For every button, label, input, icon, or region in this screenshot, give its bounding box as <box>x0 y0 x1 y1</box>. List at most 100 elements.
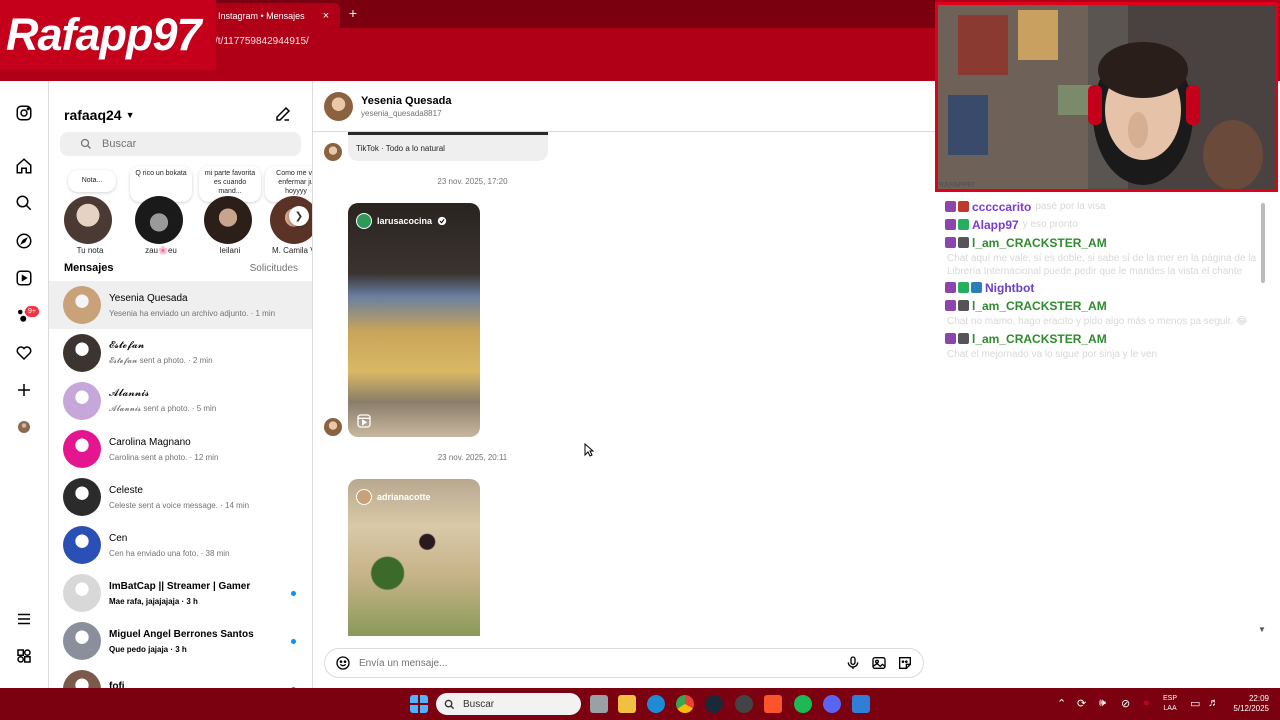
requests-link[interactable]: Solicitudes <box>250 263 298 274</box>
contact-username: yesenia_quesada8817 <box>361 109 442 118</box>
conversation-text: Yesenia Quesada Yesenia ha enviado un arc… <box>109 293 294 318</box>
profile-avatar[interactable] <box>12 415 36 439</box>
conversation-item[interactable]: ImBatCap || Streamer | Gamer Mae rafa, ja… <box>49 569 312 617</box>
address-bar[interactable]: /t/117759842944915/ <box>215 33 309 51</box>
chat-badges <box>945 219 969 231</box>
notes-strip: Nota... Tu nota Q rico un bokata zau🌸eu … <box>49 166 312 256</box>
reels-icon[interactable] <box>12 266 36 290</box>
avatar <box>204 196 252 244</box>
app-icon[interactable] <box>852 695 870 713</box>
keyboard-layout: LAA <box>1163 705 1177 712</box>
stream-chat-overlay: cccccarito pasé por la visa Alapp97 y eso p… <box>945 196 1280 366</box>
display-icon[interactable]: ▭ <box>1190 697 1200 710</box>
create-icon[interactable] <box>12 378 36 402</box>
instagram-logo-icon[interactable] <box>12 101 36 125</box>
sticker-icon[interactable] <box>897 655 913 671</box>
account-switcher[interactable]: rafaaq24 ▼ <box>64 107 135 123</box>
conversation-item[interactable]: fofi <box>49 665 312 688</box>
conversation-text: Celeste Celeste sent a voice message. · 1… <box>109 485 294 510</box>
message-input[interactable]: Envía un mensaje... <box>359 658 835 669</box>
reel-owner-name: larusacocina <box>377 216 433 226</box>
shared-reel[interactable]: larusacocina <box>348 203 480 437</box>
task-view-icon[interactable] <box>590 695 608 713</box>
contact-avatar[interactable] <box>324 92 353 121</box>
unread-dot <box>291 639 296 644</box>
emoji-icon[interactable] <box>335 655 351 671</box>
browser-tab-instagram[interactable]: Instagram • Mensajes × <box>210 3 340 28</box>
conversation-item[interactable]: Carolina Magnano Carolina sent a photo. ·… <box>49 425 312 473</box>
chat-badge-icon <box>945 237 956 249</box>
tray-chevron-up-icon[interactable]: ⌃ <box>1057 697 1066 710</box>
chat-header[interactable]: Yesenia Quesada yesenia_quesada8817 <box>313 81 935 132</box>
discord-icon[interactable] <box>823 695 841 713</box>
taskbar-search-placeholder: Buscar <box>463 698 495 710</box>
message-timestamp: 23 nov. 2025, 20:11 <box>437 453 508 462</box>
windows-start-icon[interactable] <box>410 695 428 713</box>
new-tab-button[interactable]: + <box>346 5 360 21</box>
chat-panel: Yesenia Quesada yesenia_quesada8817 TikT… <box>313 81 935 688</box>
conversation-preview: Que pedo jajaja · 3 h <box>109 644 187 654</box>
scroll-down-arrow[interactable]: ▼ <box>1258 625 1266 634</box>
account-name: rafaaq24 <box>64 107 122 123</box>
steam-icon[interactable] <box>705 695 723 713</box>
avatar <box>63 574 101 612</box>
messages-title: Mensajes <box>64 262 114 274</box>
chrome-icon[interactable] <box>676 695 694 713</box>
conversation-name: ImBatCap || Streamer | Gamer <box>109 580 251 592</box>
conversation-item[interactable]: Miguel Angel Berrones Santos Que pedo jaj… <box>49 617 312 665</box>
reel-owner: adrianacotte <box>356 489 431 505</box>
language-indicator[interactable]: ESP LAA <box>1163 694 1177 714</box>
taskbar: Buscar ⌃ ⟳ 🕪 ⊘ ● ESP LAA ▭ ♬ 22:09 5/12/… <box>0 688 1280 720</box>
obs-icon[interactable] <box>735 695 753 713</box>
note-bubble: Nota... <box>68 170 116 192</box>
speaker-icon[interactable]: ♬ <box>1208 697 1219 709</box>
note-name: leilani <box>219 246 241 255</box>
message-timestamp: 23 nov. 2025, 17:20 <box>437 177 508 186</box>
shared-link-card[interactable]: TikTok · Todo a lo natural <box>348 132 548 161</box>
chat-message-text: y eso pronto <box>1022 219 1078 231</box>
edge-icon[interactable] <box>647 695 665 713</box>
contact-name[interactable]: Yesenia Quesada <box>361 95 452 107</box>
clock-date: 5/12/2025 <box>1233 704 1269 713</box>
chat-badge-icon <box>945 201 956 213</box>
conversation-item[interactable]: Celeste Celeste sent a voice message. · 1… <box>49 473 312 521</box>
volume-icon[interactable]: 🕪 <box>1099 697 1106 710</box>
search-input[interactable]: Buscar <box>60 132 301 156</box>
tab-title: Instagram • Mensajes <box>218 10 305 21</box>
network-off-icon[interactable]: ⊘ <box>1121 697 1130 710</box>
conversation-item[interactable]: 𝓐𝓵𝓪𝓷𝓷𝓲𝓼 𝓐𝓵𝓪𝓷𝓷𝓲𝓼 sent a photo. · 5 min <box>49 377 312 425</box>
tab-close-icon[interactable]: × <box>320 10 332 22</box>
brave-icon[interactable] <box>764 695 782 713</box>
conversation-item[interactable]: 𝓔𝓼𝓽𝓮𝓯𝓪𝓷 𝓔𝓼𝓽𝓮𝓯𝓪𝓷 sent a photo. · 2 min <box>49 329 312 377</box>
search-icon <box>444 699 455 709</box>
screen: Instagram • Mensajes × + /t/117759842944… <box>0 0 1280 720</box>
webcam-overlay <box>935 2 1278 192</box>
image-icon[interactable] <box>871 655 887 671</box>
search-placeholder: Buscar <box>102 138 137 150</box>
heart-icon[interactable] <box>12 341 36 365</box>
chat-message-text: Chat el mejornado va lo sigue por sinja … <box>947 349 1158 360</box>
tray-update-icon[interactable]: ⟳ <box>1077 697 1086 710</box>
threads-icon[interactable] <box>12 644 36 668</box>
conversation-item[interactable]: Yesenia Quesada Yesenia ha enviado un arc… <box>49 281 312 329</box>
clock[interactable]: 22:09 5/12/2025 <box>1225 694 1269 714</box>
compose-icon[interactable] <box>274 105 292 123</box>
chevron-right-icon[interactable]: ❯ <box>289 206 309 226</box>
file-explorer-icon[interactable] <box>618 695 636 713</box>
spotify-icon[interactable] <box>794 695 812 713</box>
conversation-preview: Cen ha enviado una foto. · 38 min <box>109 548 230 558</box>
conversation-item[interactable]: Cen Cen ha enviado una foto. · 38 min <box>49 521 312 569</box>
sender-avatar <box>324 418 342 436</box>
link-preview-image <box>348 132 548 135</box>
microphone-icon[interactable] <box>845 655 861 671</box>
avatar <box>63 334 101 372</box>
explore-icon[interactable] <box>12 229 36 253</box>
menu-icon[interactable] <box>12 607 36 631</box>
shared-reel[interactable]: adrianacotte <box>348 479 480 636</box>
home-icon[interactable] <box>12 154 36 178</box>
stream-chat-message: Alapp97 y eso pronto <box>945 216 1275 234</box>
taskbar-search[interactable]: Buscar <box>436 693 581 715</box>
conversation-name: 𝓐𝓵𝓪𝓷𝓷𝓲𝓼 <box>109 388 150 399</box>
search-icon[interactable] <box>12 191 36 215</box>
message-composer[interactable]: Envía un mensaje... <box>324 648 924 678</box>
